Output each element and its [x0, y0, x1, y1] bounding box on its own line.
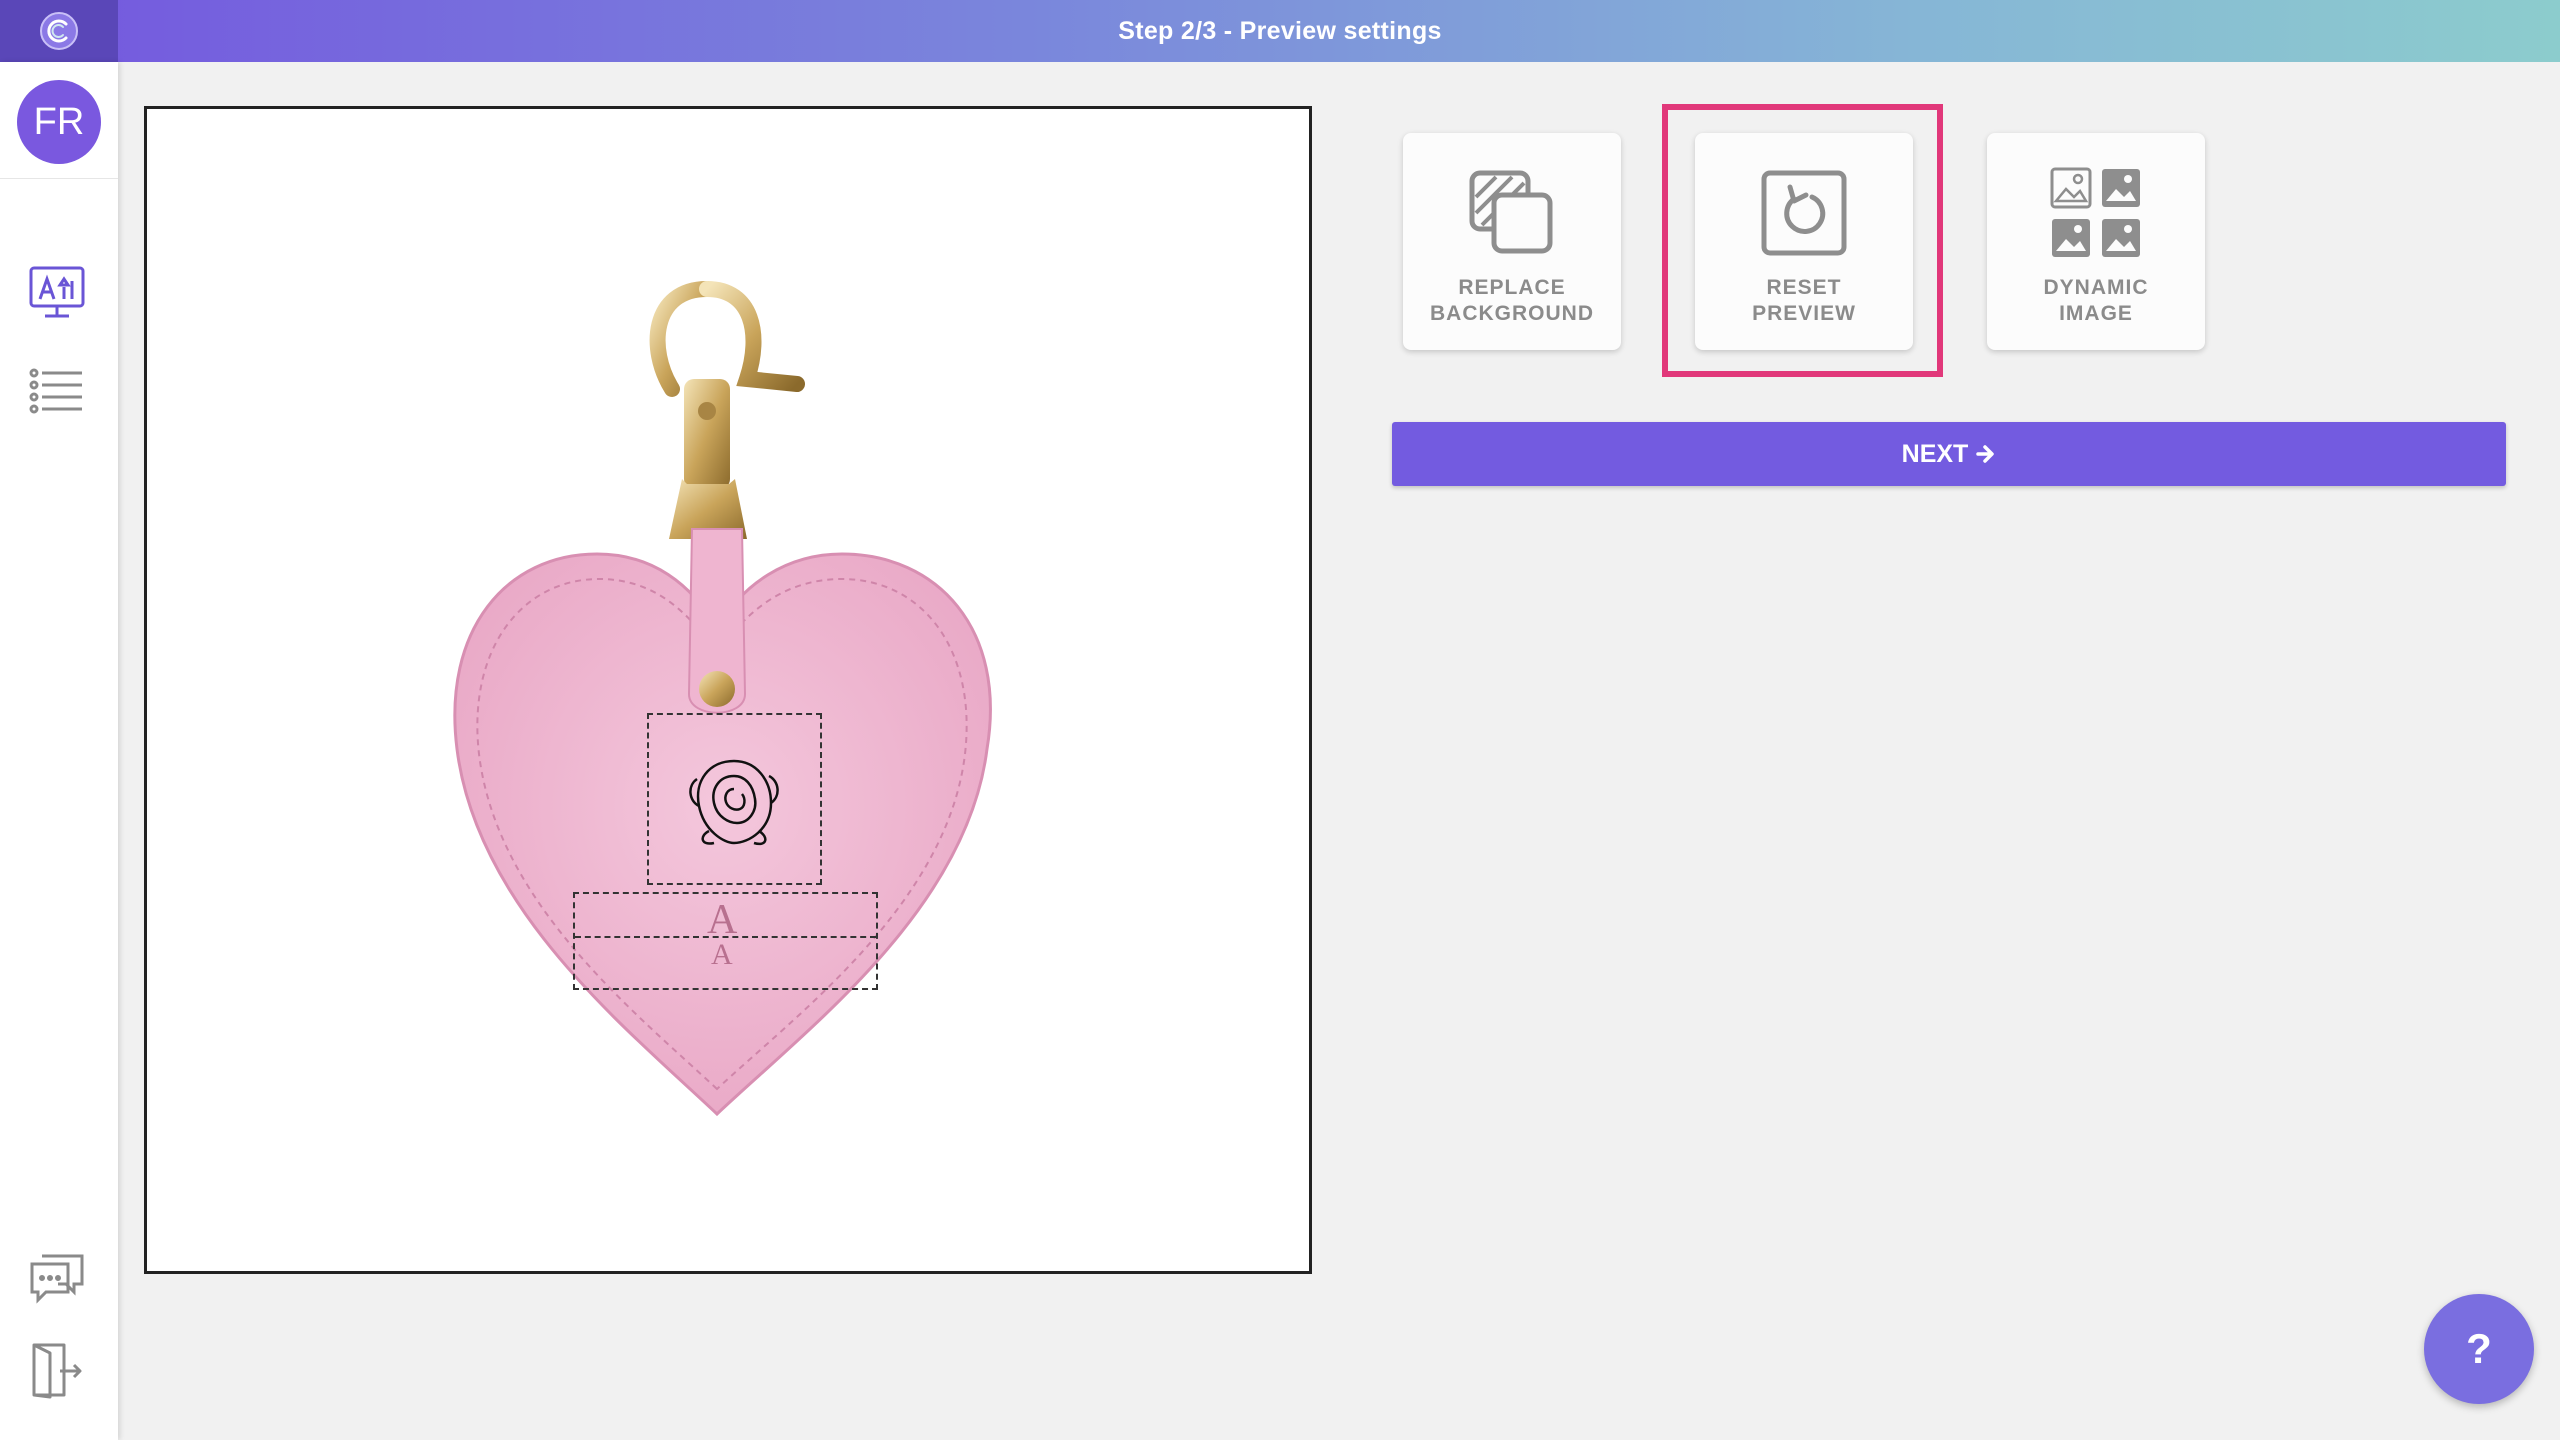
dynamic-image-button[interactable]: DYNAMIC IMAGE	[1987, 133, 2205, 350]
product-image	[453, 281, 992, 1117]
design-monitor-icon	[29, 266, 85, 318]
image-grid-icon	[2050, 167, 2140, 257]
arrow-right-icon	[1976, 445, 1995, 463]
list-icon	[29, 368, 82, 414]
dynamic-image-label: DYNAMIC IMAGE	[2043, 276, 2149, 325]
logo-icon	[40, 12, 78, 50]
text-placeholder[interactable]: A A	[573, 892, 878, 990]
replace-background-button[interactable]: REPLACE BACKGROUND	[1403, 133, 1621, 350]
sidebar-item-logout[interactable]	[25, 1338, 89, 1402]
app-logo[interactable]	[0, 0, 118, 62]
sidebar-item-chat[interactable]	[25, 1246, 89, 1310]
sidebar-item-list[interactable]	[25, 359, 89, 423]
replace-background-label: REPLACE BACKGROUND	[1430, 276, 1594, 325]
image-placeholder[interactable]	[647, 713, 822, 885]
help-button[interactable]: ?	[2424, 1294, 2534, 1404]
page-title: Step 2/3 - Preview settings	[1118, 16, 1442, 45]
sidebar-item-design[interactable]	[25, 260, 89, 324]
top-bar: Step 2/3 - Preview settings	[0, 0, 2560, 62]
next-button-label: NEXT	[1901, 439, 1969, 468]
avatar[interactable]: FR	[17, 80, 101, 164]
text-placeholder-sample: A	[707, 897, 738, 943]
sidebar-divider	[0, 178, 118, 179]
reset-preview-highlight	[1662, 104, 1943, 377]
next-button[interactable]: NEXT	[1392, 422, 2506, 486]
logout-icon	[32, 1343, 82, 1399]
chat-icon	[30, 1254, 84, 1304]
sidebar: FR	[0, 62, 118, 1440]
rose-icon	[689, 759, 779, 846]
preview-canvas[interactable]: A A	[144, 106, 1312, 1274]
replace-background-icon	[1469, 170, 1553, 254]
text-placeholder-sample-2: A	[711, 938, 733, 971]
